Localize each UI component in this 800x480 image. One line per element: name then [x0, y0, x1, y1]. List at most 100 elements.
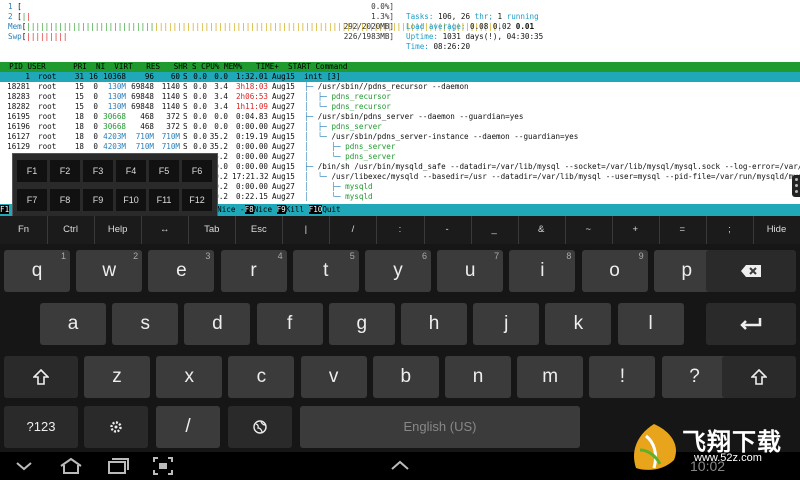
tree-branch: ├─	[304, 82, 318, 91]
key-c[interactable]: c	[228, 356, 295, 398]
extra-key-7[interactable]: /	[329, 216, 378, 244]
key-label: a	[67, 313, 79, 334]
key-y[interactable]: y6	[365, 250, 431, 292]
extra-key-1[interactable]: Ctrl	[47, 216, 96, 244]
fkey-f9[interactable]: F9	[276, 205, 286, 214]
key-f[interactable]: f	[256, 303, 323, 345]
key-m[interactable]: m	[517, 356, 584, 398]
site-watermark: 飞翔下载 www.52z.com	[620, 418, 800, 478]
popup-key-f7[interactable]: F7	[17, 189, 47, 211]
slash-key[interactable]: /	[156, 406, 220, 448]
key-n[interactable]: n	[445, 356, 511, 398]
extra-key-13[interactable]: +	[612, 216, 660, 244]
key-g[interactable]: g	[328, 303, 395, 345]
key-e[interactable]: e3	[148, 250, 215, 292]
key-x[interactable]: x	[156, 356, 223, 398]
language-key[interactable]	[228, 406, 292, 448]
popup-key-f1[interactable]: F1	[17, 160, 47, 182]
cell-res: 468	[140, 122, 154, 131]
extra-key-10[interactable]: _	[471, 216, 519, 244]
popup-key-f10[interactable]: F10	[116, 189, 146, 211]
space-key[interactable]: English (US)	[300, 406, 580, 448]
enter-key[interactable]	[706, 303, 796, 345]
shift-key-right[interactable]	[722, 356, 796, 398]
symbols-key[interactable]: ?123	[4, 406, 78, 448]
drawer-handle-icon[interactable]	[792, 175, 800, 197]
process-row[interactable]: 18283 root 15 0 130M 69848 1140 S 0.0 3.4 2h06:53 A…	[0, 92, 800, 102]
extra-key-4[interactable]: Tab	[188, 216, 237, 244]
extra-key-3[interactable]: ↔	[141, 216, 190, 244]
cell-command: │ └─ mysqld	[304, 192, 373, 202]
key-o[interactable]: o9	[581, 250, 648, 292]
backspace-key[interactable]	[706, 250, 796, 292]
key-z[interactable]: z	[84, 356, 150, 398]
extra-key-14[interactable]: =	[659, 216, 707, 244]
extra-key-16[interactable]: Hide	[753, 216, 800, 244]
extra-key-6[interactable]: |	[282, 216, 331, 244]
key-k[interactable]: k	[545, 303, 612, 345]
meter-open: [	[12, 2, 22, 11]
key-b[interactable]: b	[372, 356, 439, 398]
key-u[interactable]: u7	[437, 250, 504, 292]
popup-key-f2[interactable]: F2	[50, 160, 80, 182]
process-row[interactable]: 18282 root 15 0 130M 69848 1140 S 0.0 3.4 1h11:09 A…	[0, 102, 800, 112]
key-d[interactable]: d	[184, 303, 251, 345]
popup-key-f3[interactable]: F3	[83, 160, 113, 182]
home-icon[interactable]	[58, 456, 84, 476]
process-row[interactable]: 16195 root 18 0 30668 468 372 S 0.0 0.0 0:04.83 Aug…	[0, 112, 800, 122]
key-question[interactable]: ?	[661, 356, 728, 398]
key-exclamation[interactable]: !	[589, 356, 656, 398]
extra-key-11[interactable]: &	[518, 216, 566, 244]
key-l[interactable]: l	[617, 303, 684, 345]
extra-key-5[interactable]: Esc	[235, 216, 284, 244]
tree-branch: │ ├─	[304, 142, 346, 151]
extra-key-15[interactable]: ;	[706, 216, 754, 244]
key-w[interactable]: w2	[76, 250, 143, 292]
cell-cpu: 0.0	[193, 72, 207, 81]
popup-key-f8[interactable]: F8	[50, 189, 80, 211]
extra-key-12[interactable]: ~	[565, 216, 613, 244]
cell-ni: 0	[93, 92, 98, 101]
recent-apps-icon[interactable]	[106, 456, 130, 476]
hide-keyboard-icon[interactable]	[14, 456, 34, 476]
process-row[interactable]: 18281 root 15 0 130M 69848 1140 S 0.0 3.4 3h18:03 A…	[0, 82, 800, 92]
popup-key-f12[interactable]: F12	[182, 189, 212, 211]
popup-key-f6[interactable]: F6	[182, 160, 212, 182]
process-row[interactable]: 16127 root 18 0 4203M 710M 710M S 0.0 35.2 0:19.19…	[0, 132, 800, 142]
popup-key-f5[interactable]: F5	[149, 160, 179, 182]
shift-key-left[interactable]	[4, 356, 78, 398]
key-s[interactable]: s	[112, 303, 179, 345]
popup-key-f9[interactable]: F9	[83, 189, 113, 211]
process-row[interactable]: 16129 root 18 0 4203M 710M 710M S 0.0 35.2 0:00.00…	[0, 142, 800, 152]
fkey-f10[interactable]: F10	[308, 205, 323, 214]
extra-key-0[interactable]: Fn	[0, 216, 49, 244]
key-a[interactable]: a	[40, 303, 106, 345]
cell-time: 0:00.00	[235, 162, 268, 171]
process-row[interactable]: 1 root 31 16 10368 96 60 S 0.0 0.0 1:32.01 Aug15 ini…	[0, 72, 800, 82]
cell-mem: 3.4	[214, 92, 228, 101]
settings-key[interactable]	[84, 406, 148, 448]
fkey-f1[interactable]: F1	[0, 205, 10, 214]
key-q[interactable]: q1	[4, 250, 70, 292]
key-h[interactable]: h	[401, 303, 467, 345]
popup-key-f11[interactable]: F11	[149, 189, 179, 211]
command-text: /bin/sh /usr/bin/mysqld_safe --datadir=/…	[317, 162, 800, 171]
key-t[interactable]: t5	[292, 250, 359, 292]
process-row[interactable]: 16196 root 18 0 30668 468 372 S 0.0 0.0 0:00.00 Aug…	[0, 122, 800, 132]
key-i[interactable]: i8	[509, 250, 576, 292]
cell-virt: 30668	[103, 112, 126, 121]
key-v[interactable]: v	[300, 356, 367, 398]
tree-branch: ├─	[304, 112, 318, 121]
popup-key-f4[interactable]: F4	[116, 160, 146, 182]
key-r[interactable]: r4	[220, 250, 287, 292]
extra-key-8[interactable]: :	[376, 216, 425, 244]
screenshot-icon[interactable]	[152, 456, 174, 476]
backspace-icon	[741, 265, 761, 277]
cell-cpu: 0.0	[193, 132, 207, 141]
extra-key-2[interactable]: Help	[94, 216, 143, 244]
fkey-f8[interactable]: F8	[244, 205, 254, 214]
chevron-up-icon[interactable]	[388, 456, 412, 476]
cell-virt: 4203M	[103, 142, 126, 151]
extra-key-9[interactable]: -	[424, 216, 472, 244]
key-j[interactable]: j	[473, 303, 540, 345]
